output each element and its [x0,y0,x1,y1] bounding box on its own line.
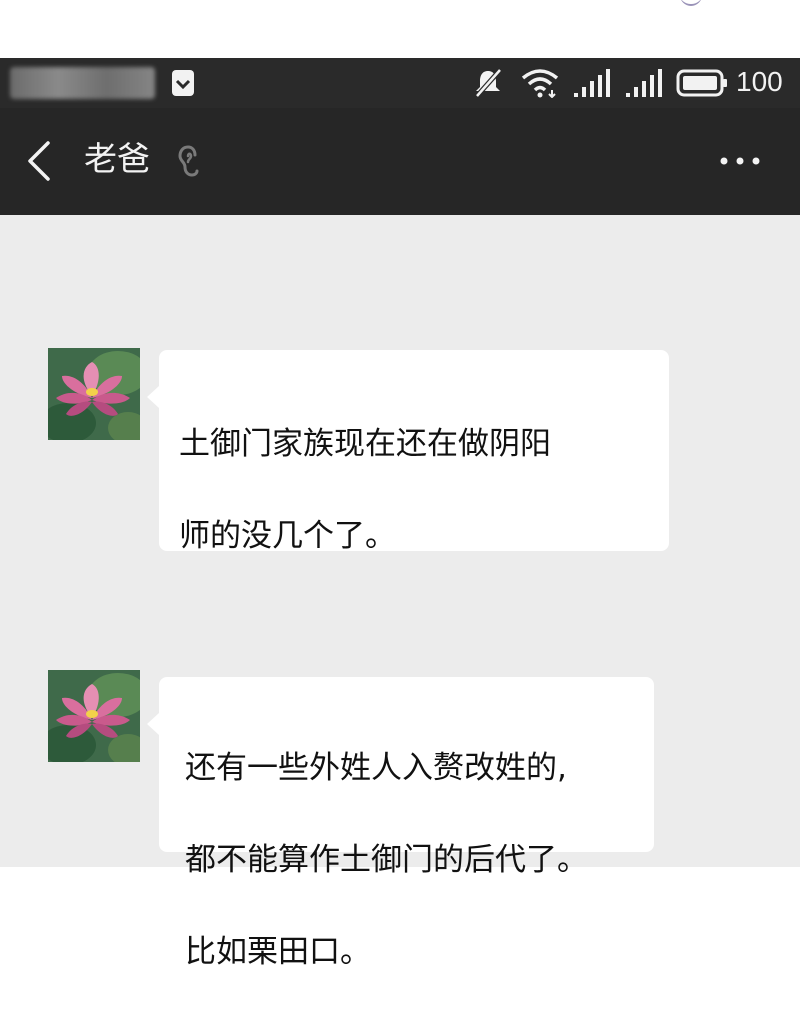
contact-name[interactable]: 老爸 [84,135,150,183]
signal-icon [574,69,610,97]
message-line: 比如栗田口。 [185,934,371,970]
lotus-avatar-image [48,670,140,762]
back-button[interactable] [20,139,60,183]
more-dots-icon[interactable] [716,148,764,174]
message-line: 师的没几个了。 [179,518,396,554]
phone-screen: 100 老爸 土御门家族现在还在做阴阳 师的没几个了。 还有一些外姓人入赘改姓的… [0,58,800,970]
battery-level-text: 100 [736,66,783,97]
battery-icon [676,69,727,97]
chat-message-list[interactable]: 土御门家族现在还在做阴阳 师的没几个了。 还有一些外姓人入赘改姓的, 都不能算作… [0,215,800,970]
sim-lock-icon [172,70,194,96]
decorative-scribble [680,0,702,6]
ear-icon [178,145,199,177]
message-bubble[interactable]: 土御门家族现在还在做阴阳 师的没几个了。 [147,350,669,554]
wifi-icon [521,69,559,98]
mute-icon [475,68,502,98]
status-bar: 100 [0,58,800,108]
message-bubble[interactable]: 还有一些外姓人入赘改姓的, 都不能算作土御门的后代了。 比如栗田口。 [147,677,654,970]
carrier-name-blurred [10,67,155,99]
message-line: 还有一些外姓人入赘改姓的, [185,750,567,786]
signal-icon [626,69,662,97]
message-line: 都不能算作土御门的后代了。 [185,842,588,878]
lotus-avatar[interactable] [48,670,140,762]
page-top-margin [0,0,800,58]
lotus-avatar[interactable] [48,348,140,440]
chat-header: 老爸 [0,108,800,215]
lotus-avatar-image [48,348,140,440]
message-line: 土御门家族现在还在做阴阳 [179,426,551,462]
